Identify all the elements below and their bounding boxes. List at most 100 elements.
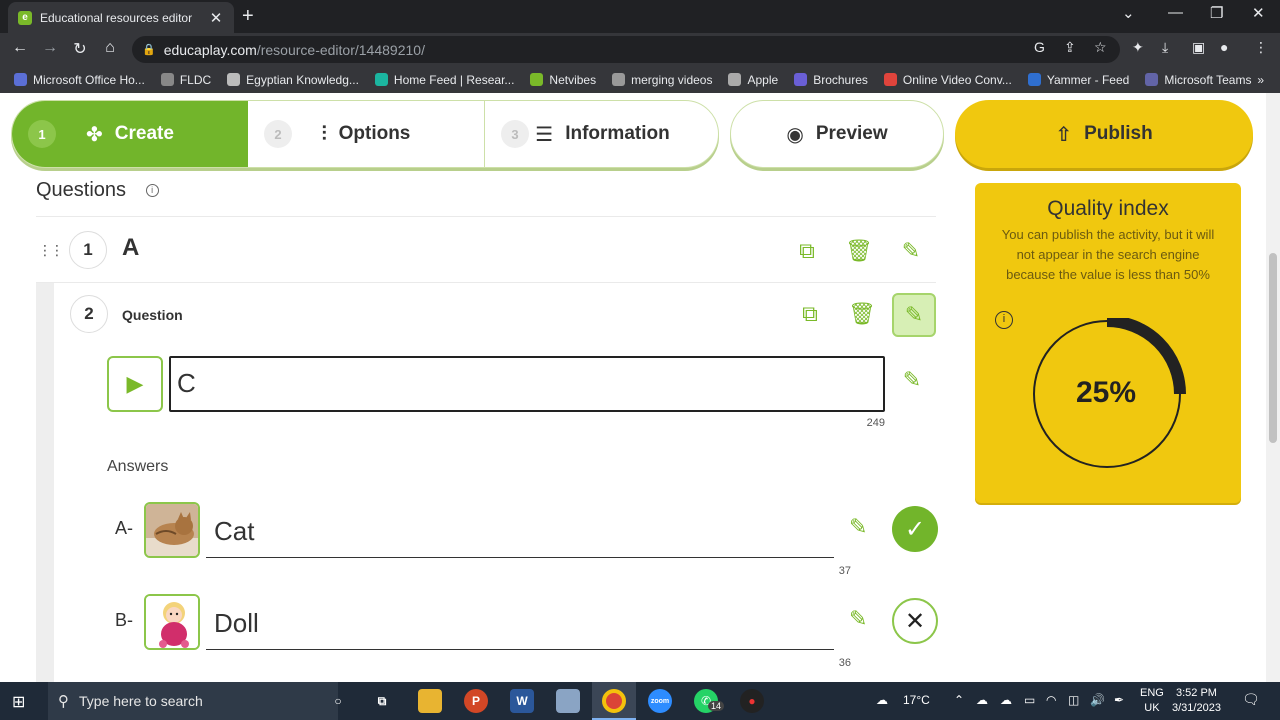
- duplicate-icon[interactable]: ⧉: [792, 238, 822, 264]
- quality-description: You can publish the activity, but it wil…: [1001, 227, 1215, 282]
- bookmark-label: Microsoft Office Ho...: [33, 72, 145, 87]
- drag-handle-icon[interactable]: ⋮⋮: [38, 242, 64, 259]
- battery-icon[interactable]: ▭: [1024, 693, 1035, 707]
- question-row-1[interactable]: ⋮⋮ 1 A ⧉ 🗑 ✎: [36, 228, 936, 280]
- doll-image[interactable]: [144, 594, 200, 650]
- step-options[interactable]: 2 ⫶ Options: [248, 101, 485, 167]
- sidepanel-icon[interactable]: ▣: [1192, 39, 1205, 56]
- bookmark-favicon-icon: [728, 73, 742, 86]
- search-icon: ⚲: [58, 693, 69, 710]
- pencil-icon[interactable]: ✎: [897, 367, 927, 393]
- browser-tab[interactable]: e Educational resources editor ✕: [8, 2, 234, 33]
- taskbar-search-box[interactable]: ⚲ Type here to search: [48, 682, 338, 720]
- trash-icon[interactable]: 🗑: [847, 301, 877, 327]
- bookmark-favicon-icon: [883, 73, 897, 86]
- scrollbar-thumb[interactable]: [1269, 253, 1277, 443]
- clock[interactable]: 3:52 PM 3/31/2023: [1172, 686, 1221, 716]
- recorder-icon[interactable]: ●: [740, 689, 764, 713]
- window-close-icon[interactable]: ✕: [1252, 4, 1265, 22]
- minimize-icon[interactable]: —: [1168, 4, 1183, 21]
- bookmark-item[interactable]: Home Feed | Resear...: [374, 73, 514, 87]
- duplicate-icon[interactable]: ⧉: [795, 301, 825, 327]
- share-icon[interactable]: ⇪: [1064, 39, 1076, 56]
- menu-kebab-icon[interactable]: ⋮: [1254, 39, 1268, 56]
- pencil-icon[interactable]: ✎: [892, 293, 936, 337]
- question-text-input[interactable]: C: [169, 356, 885, 412]
- publish-button[interactable]: ⇧ Publish: [955, 100, 1253, 168]
- info-icon[interactable]: i: [145, 184, 159, 198]
- network-icon[interactable]: ◫: [1068, 693, 1079, 707]
- bookmark-item[interactable]: Brochures: [794, 73, 868, 87]
- step-create[interactable]: 1 ✤ Create: [12, 101, 248, 167]
- bookmark-item[interactable]: Microsoft Teams: [1145, 73, 1251, 87]
- bookmark-item[interactable]: Apple: [728, 73, 778, 87]
- preview-button[interactable]: ◉ Preview: [730, 100, 944, 168]
- answer-text-input[interactable]: Doll: [206, 596, 834, 650]
- bookmark-label: Microsoft Teams: [1164, 72, 1252, 87]
- pen-icon[interactable]: ✒: [1114, 693, 1124, 707]
- cat-image[interactable]: [144, 502, 200, 558]
- educaplay-editor-page: 1 ✤ Create 2 ⫶ Options 3 ☰ Information ◉…: [0, 93, 1266, 682]
- correct-answer-check-icon[interactable]: ✓: [892, 506, 938, 552]
- extensions-icon[interactable]: ✦: [1132, 39, 1144, 56]
- chrome-icon[interactable]: [602, 689, 626, 713]
- bookmark-item[interactable]: Egyptian Knowledg...: [227, 73, 359, 87]
- volume-icon[interactable]: 🔊: [1090, 693, 1105, 707]
- bookmark-item[interactable]: Netvibes: [530, 73, 596, 87]
- maximize-icon[interactable]: ❐: [1210, 4, 1223, 22]
- onedrive-icon[interactable]: ☁: [976, 693, 988, 707]
- app-icon[interactable]: [556, 689, 580, 713]
- profile-avatar-icon[interactable]: ●: [1220, 39, 1228, 55]
- bookmark-item[interactable]: Microsoft Office Ho...: [14, 73, 145, 87]
- powerpoint-icon[interactable]: P: [464, 689, 488, 713]
- incorrect-answer-x-icon[interactable]: ✕: [892, 598, 938, 644]
- bookmark-item[interactable]: Yammer - Feed: [1027, 73, 1129, 87]
- new-tab-icon[interactable]: +: [242, 5, 254, 28]
- bookmark-favicon-icon: [794, 73, 808, 86]
- wifi-icon[interactable]: ◠: [1046, 693, 1056, 707]
- reload-icon[interactable]: ↻: [70, 39, 90, 59]
- pencil-icon[interactable]: ✎: [896, 238, 926, 264]
- info-icon[interactable]: i: [995, 311, 1013, 329]
- pencil-icon[interactable]: ✎: [849, 514, 867, 540]
- answer-text-input[interactable]: Cat: [206, 504, 834, 558]
- step-information[interactable]: 3 ☰ Information: [485, 101, 718, 167]
- tab-close-icon[interactable]: ✕: [208, 9, 224, 27]
- cloud-icon[interactable]: ☁: [1000, 693, 1012, 707]
- word-icon[interactable]: W: [510, 689, 534, 713]
- notifications-icon[interactable]: 🗨: [1242, 691, 1260, 708]
- add-media-button[interactable]: ▶: [107, 356, 163, 412]
- page-scrollbar[interactable]: [1266, 93, 1280, 682]
- step-label: Options: [338, 123, 411, 144]
- cortana-icon[interactable]: ○: [326, 689, 350, 713]
- windows-start-icon[interactable]: ⊞: [12, 692, 25, 712]
- bookmark-item[interactable]: Online Video Conv...: [883, 72, 1012, 87]
- file-explorer-icon[interactable]: [418, 689, 442, 713]
- trash-icon[interactable]: 🗑: [844, 238, 874, 264]
- address-bar[interactable]: 🔒 educaplay.com/resource-editor/14489210…: [132, 36, 1120, 63]
- download-icon[interactable]: ⤓: [1162, 39, 1168, 56]
- bookmarks-overflow-icon[interactable]: »: [1257, 73, 1264, 87]
- forward-icon[interactable]: →: [40, 39, 60, 57]
- bookmark-item[interactable]: merging videos: [612, 73, 712, 87]
- weather-temp: 17°C: [903, 693, 930, 707]
- weather-icon[interactable]: ☁: [876, 693, 888, 707]
- pencil-icon[interactable]: ✎: [849, 606, 867, 632]
- bookmark-item[interactable]: FLDC: [160, 73, 211, 87]
- quality-gauge: 25%: [1031, 315, 1191, 478]
- chevron-up-icon[interactable]: ⌃: [954, 693, 964, 707]
- language-indicator[interactable]: ENG UK: [1140, 686, 1164, 716]
- bookmark-star-icon[interactable]: ☆: [1094, 39, 1107, 56]
- divider: [36, 216, 936, 217]
- back-icon[interactable]: ←: [10, 39, 30, 57]
- quality-index-card: Quality index You can publish the activi…: [975, 183, 1241, 503]
- char-counter: 36: [838, 657, 851, 669]
- home-icon[interactable]: ⌂: [100, 39, 120, 57]
- bookmarks-bar: Microsoft Office Ho... FLDC Egyptian Knowl…: [0, 66, 1280, 93]
- zoom-icon[interactable]: zoom: [648, 689, 672, 713]
- bookmark-label: Online Video Conv...: [902, 72, 1012, 87]
- tab-search-chevron-icon[interactable]: ⌄: [1122, 4, 1135, 22]
- google-icon[interactable]: G: [1034, 39, 1045, 55]
- task-view-icon[interactable]: ⧉: [370, 689, 394, 713]
- tab-title: Educational resources editor: [40, 10, 193, 25]
